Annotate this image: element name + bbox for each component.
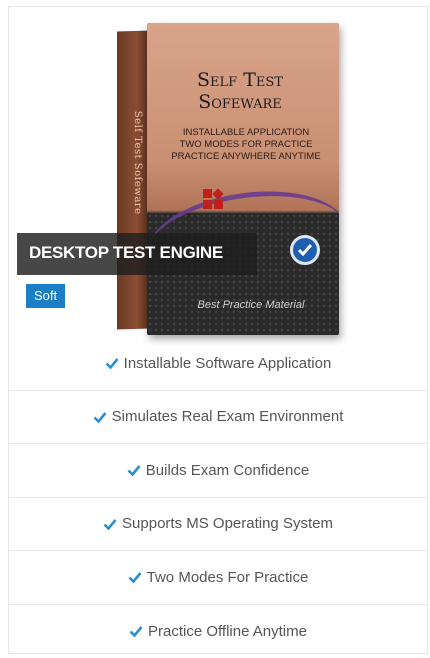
checkmark-badge-icon [290, 235, 320, 265]
feature-item: Installable Software Application [9, 337, 427, 391]
box-title: Self Test Sofeware [165, 69, 315, 113]
product-card: Self Test Sofeware Self Test Sofeware In… [8, 6, 428, 654]
check-icon [129, 626, 143, 638]
feature-item: Two Modes For Practice [9, 551, 427, 605]
box-feature-line: Two Modes For Practice [179, 139, 313, 150]
feature-label: Two Modes For Practice [146, 568, 309, 586]
check-icon [127, 465, 141, 477]
feature-label: Simulates Real Exam Environment [111, 408, 344, 426]
product-image[interactable]: Self Test Sofeware Self Test Sofeware In… [9, 7, 427, 335]
box-feature-line: Installable Application [182, 127, 310, 138]
check-icon [128, 572, 142, 584]
box-feature-line: Practice Anywhere Anytime [171, 151, 321, 162]
feature-label: Practice Offline Anytime [148, 622, 307, 640]
box-title-line1: Self Test [197, 69, 283, 91]
feature-item: Supports MS Operating System [9, 498, 427, 551]
product-title: DESKTOP TEST ENGINE [29, 243, 223, 262]
check-icon [93, 411, 107, 424]
box-front: Self Test Sofeware Installable Applicati… [147, 23, 339, 335]
check-icon [103, 518, 117, 531]
box-side: Self Test Sofeware [117, 30, 149, 330]
box-side-text: Self Test Sofeware [132, 110, 143, 215]
soft-badge: Soft [26, 284, 66, 308]
box-feature-lines: Installable Application Two Modes For Pr… [161, 127, 331, 163]
product-ribbon: DESKTOP TEST ENGINE [17, 233, 257, 275]
box-bottom-text: Best Practice Material [197, 299, 305, 311]
red-squares-logo-icon [203, 188, 225, 211]
check-icon [105, 358, 119, 370]
feature-list: Installable Software Application Simulat… [9, 337, 427, 654]
feature-item: Simulates Real Exam Environment [9, 391, 427, 444]
feature-label: Supports MS Operating System [122, 515, 333, 533]
software-box-graphic: Self Test Sofeware Self Test Sofeware In… [117, 17, 339, 335]
feature-item: Practice Offline Anytime [9, 605, 427, 654]
box-title-line2: Sofeware [198, 91, 282, 113]
feature-label: Builds Exam Confidence [145, 461, 310, 479]
feature-label: Installable Software Application [123, 354, 332, 372]
feature-item: Builds Exam Confidence [9, 444, 427, 498]
